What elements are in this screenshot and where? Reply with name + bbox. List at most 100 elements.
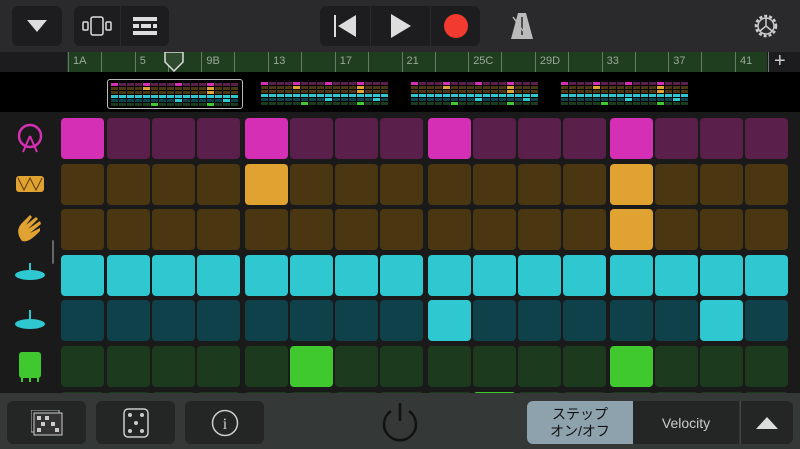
step-cell[interactable] [290, 163, 333, 205]
step-cell[interactable] [245, 163, 288, 205]
step-cell[interactable] [197, 118, 240, 159]
step-cell[interactable] [335, 254, 378, 296]
step-cell[interactable] [563, 163, 606, 205]
step-cell[interactable] [335, 346, 378, 387]
step-cell[interactable] [563, 118, 606, 159]
open-hihat-icon[interactable] [14, 304, 46, 336]
step-cell[interactable] [473, 300, 516, 342]
step-cell[interactable] [428, 118, 471, 159]
step-cell[interactable] [700, 346, 743, 387]
view-toggle-button[interactable] [74, 6, 120, 46]
step-cell[interactable] [245, 209, 288, 251]
step-cell[interactable] [473, 118, 516, 159]
step-cell[interactable] [518, 346, 561, 387]
step-cell[interactable] [107, 254, 150, 296]
step-cell[interactable] [610, 300, 653, 342]
step-cell[interactable] [700, 163, 743, 205]
step-cell[interactable] [610, 209, 653, 251]
step-cell[interactable] [107, 163, 150, 205]
randomize-button[interactable] [96, 401, 175, 444]
add-section-button[interactable]: + [774, 50, 786, 73]
step-cell[interactable] [655, 346, 698, 387]
step-cell[interactable] [152, 209, 195, 251]
tracks-view-button[interactable] [121, 6, 169, 46]
step-cell[interactable] [335, 300, 378, 342]
step-cell[interactable] [197, 300, 240, 342]
step-cell[interactable] [745, 300, 788, 342]
step-cell[interactable] [152, 163, 195, 205]
step-cell[interactable] [700, 300, 743, 342]
step-cell[interactable] [563, 209, 606, 251]
step-cell[interactable] [197, 209, 240, 251]
step-cell[interactable] [518, 254, 561, 296]
step-cell[interactable] [380, 300, 423, 342]
step-cell[interactable] [152, 118, 195, 159]
step-cell[interactable] [428, 346, 471, 387]
patterns-button[interactable] [7, 401, 86, 444]
play-button[interactable] [371, 6, 430, 46]
power-button[interactable] [375, 397, 425, 447]
step-cell[interactable] [428, 254, 471, 296]
step-cell[interactable] [152, 254, 195, 296]
velocity-tab[interactable]: Velocity [633, 401, 739, 444]
step-cell[interactable] [290, 346, 333, 387]
step-cell[interactable] [473, 163, 516, 205]
step-cell[interactable] [518, 209, 561, 251]
step-cell[interactable] [197, 346, 240, 387]
step-cell[interactable] [655, 163, 698, 205]
step-cell[interactable] [745, 254, 788, 296]
metronome-button[interactable] [500, 6, 544, 46]
step-cell[interactable] [245, 254, 288, 296]
step-cell[interactable] [518, 118, 561, 159]
step-cell[interactable] [745, 346, 788, 387]
more-modes-button[interactable] [740, 401, 793, 444]
step-cell[interactable] [655, 118, 698, 159]
rewind-button[interactable] [320, 6, 370, 46]
step-cell[interactable] [335, 118, 378, 159]
step-cell[interactable] [245, 300, 288, 342]
step-cell[interactable] [473, 346, 516, 387]
step-cell[interactable] [745, 163, 788, 205]
pattern-thumbnail[interactable] [107, 79, 243, 109]
step-cell[interactable] [290, 254, 333, 296]
step-cell[interactable] [428, 163, 471, 205]
step-cell[interactable] [610, 254, 653, 296]
step-cell[interactable] [700, 118, 743, 159]
step-cell[interactable] [655, 300, 698, 342]
step-cell[interactable] [380, 209, 423, 251]
step-cell[interactable] [197, 163, 240, 205]
step-cell[interactable] [245, 118, 288, 159]
step-cell[interactable] [380, 118, 423, 159]
step-cell[interactable] [473, 209, 516, 251]
settings-button[interactable] [744, 6, 788, 46]
step-cell[interactable] [473, 254, 516, 296]
step-cell[interactable] [428, 209, 471, 251]
tom-icon[interactable] [14, 350, 46, 382]
step-cell[interactable] [380, 346, 423, 387]
pattern-thumbnail[interactable] [558, 79, 694, 109]
step-cell[interactable] [745, 209, 788, 251]
step-cell[interactable] [107, 118, 150, 159]
step-cell[interactable] [61, 254, 104, 296]
step-cell[interactable] [700, 254, 743, 296]
step-cell[interactable] [518, 163, 561, 205]
playhead-icon[interactable] [164, 52, 184, 72]
record-button[interactable] [431, 6, 480, 46]
step-cell[interactable] [563, 346, 606, 387]
step-cell[interactable] [745, 118, 788, 159]
step-cell[interactable] [107, 209, 150, 251]
scrollbar[interactable] [52, 240, 54, 264]
pattern-thumbnail[interactable] [258, 79, 394, 109]
snare-drum-icon[interactable] [14, 168, 46, 200]
step-cell[interactable] [380, 163, 423, 205]
step-cell[interactable] [290, 209, 333, 251]
step-cell[interactable] [655, 209, 698, 251]
step-cell[interactable] [335, 163, 378, 205]
info-button[interactable]: i [185, 401, 264, 444]
tracks-menu-button[interactable] [12, 6, 62, 46]
step-cell[interactable] [107, 346, 150, 387]
step-cell[interactable] [197, 254, 240, 296]
step-cell[interactable] [700, 209, 743, 251]
closed-hihat-icon[interactable] [14, 259, 46, 291]
step-cell[interactable] [610, 346, 653, 387]
